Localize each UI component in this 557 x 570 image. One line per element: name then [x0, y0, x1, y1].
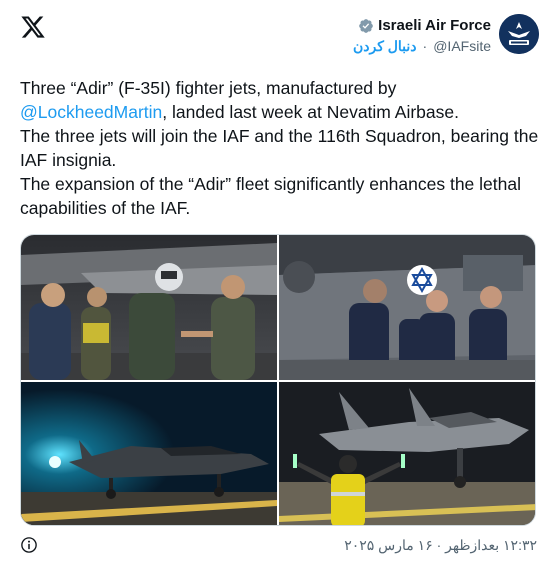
author-names: Israeli Air Force دنبال کردن · @IAFsite	[353, 14, 491, 55]
tweet-paragraph-3: The expansion of the “Adir” fleet signif…	[20, 174, 521, 218]
author-handle[interactable]: @IAFsite	[433, 38, 491, 55]
mention-link[interactable]: @LockheedMartin	[20, 102, 162, 122]
info-icon[interactable]	[20, 536, 38, 554]
tweet-author-header: Israeli Air Force دنبال کردن · @IAFsite	[353, 14, 539, 60]
photo-insignia-ceremony[interactable]	[279, 235, 535, 380]
name-line: Israeli Air Force	[353, 17, 491, 34]
tweet-text: Three “Adir” (F-35I) fighter jets, manuf…	[20, 76, 540, 220]
media-grid	[20, 234, 536, 526]
photo-marshaller-jet[interactable]	[279, 382, 535, 525]
handle-line: دنبال کردن · @IAFsite	[353, 38, 491, 55]
photo-pilots-handshake[interactable]	[21, 235, 277, 380]
tweet-paragraph-2: The three jets will join the IAF and the…	[20, 126, 539, 170]
tweet-footer: ۱۲:۳۲ بعدازظهر · ۱۶ مارس ۲۰۲۵	[20, 533, 537, 557]
separator-dot: ·	[422, 38, 428, 54]
avatar[interactable]	[499, 14, 539, 54]
x-logo-icon[interactable]	[20, 14, 46, 40]
follow-button[interactable]: دنبال کردن	[353, 38, 417, 55]
tweet-card: Israeli Air Force دنبال کردن · @IAFsite …	[0, 0, 557, 570]
author-display-name[interactable]: Israeli Air Force	[378, 17, 491, 34]
tweet-text-line1: Three “Adir” (F-35I) fighter jets, manuf…	[20, 78, 397, 98]
photo-jet-night-taxi[interactable]	[21, 382, 277, 525]
tweet-text-line2: , landed last week at Nevatim Airbase.	[162, 102, 459, 122]
tweet-timestamp[interactable]: ۱۲:۳۲ بعدازظهر · ۱۶ مارس ۲۰۲۵	[344, 537, 537, 554]
verified-badge-icon	[359, 18, 373, 33]
tweet-paragraph-1: Three “Adir” (F-35I) fighter jets, manuf…	[20, 76, 540, 124]
iaf-emblem-icon	[499, 14, 539, 54]
